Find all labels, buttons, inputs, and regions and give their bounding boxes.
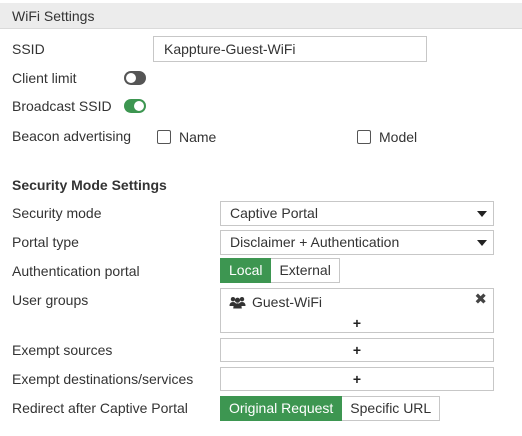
ssid-label: SSID [12, 41, 45, 57]
security-mode-label: Security mode [12, 205, 102, 221]
client-limit-label: Client limit [12, 70, 77, 86]
redirect-toggle-group: Original Request Specific URL [220, 396, 441, 421]
client-limit-toggle[interactable] [124, 71, 146, 85]
user-groups-field[interactable]: Guest-WiFi ✖ + [220, 288, 494, 333]
exempt-sources-label: Exempt sources [12, 342, 113, 358]
user-group-guest-wifi: Guest-WiFi [252, 294, 322, 310]
caret-down-icon [477, 211, 487, 217]
auth-portal-local-button[interactable]: Local [220, 258, 272, 283]
close-icon[interactable]: ✖ [474, 291, 487, 309]
broadcast-ssid-toggle[interactable] [124, 99, 146, 113]
redirect-specific-url-button[interactable]: Specific URL [342, 396, 441, 421]
beacon-name-checkbox[interactable] [157, 130, 171, 144]
wifi-settings-header: WiFi Settings [0, 3, 522, 29]
beacon-model-label: Model [379, 129, 418, 145]
beacon-name-option[interactable]: Name [157, 128, 216, 146]
add-exempt-source-button[interactable]: + [221, 341, 493, 359]
authentication-portal-label: Authentication portal [12, 263, 140, 279]
users-icon [229, 296, 246, 308]
add-exempt-destination-button[interactable]: + [221, 370, 493, 388]
exempt-destinations-label: Exempt destinations/services [12, 371, 194, 387]
auth-portal-external-button[interactable]: External [271, 258, 340, 283]
beacon-model-checkbox[interactable] [357, 130, 371, 144]
beacon-advertising-label: Beacon advertising [12, 128, 132, 144]
add-user-group-button[interactable]: + [221, 314, 493, 332]
caret-down-icon [477, 240, 487, 246]
beacon-model-option[interactable]: Model [357, 128, 417, 146]
security-mode-value: Captive Portal [230, 205, 318, 221]
exempt-sources-field[interactable]: + [220, 338, 494, 362]
user-groups-label: User groups [12, 292, 89, 308]
beacon-name-label: Name [179, 129, 217, 145]
redirect-after-portal-label: Redirect after Captive Portal [12, 400, 188, 416]
authentication-portal-toggle-group: Local External [220, 258, 340, 283]
exempt-destinations-field[interactable]: + [220, 367, 494, 391]
user-group-chip: Guest-WiFi [229, 293, 322, 311]
portal-type-value: Disclaimer + Authentication [230, 234, 400, 250]
security-mode-select[interactable]: Captive Portal [220, 201, 494, 226]
broadcast-ssid-label: Broadcast SSID [12, 98, 112, 114]
portal-type-select[interactable]: Disclaimer + Authentication [220, 230, 494, 255]
portal-type-label: Portal type [12, 234, 79, 250]
security-mode-settings-title: Security Mode Settings [12, 177, 167, 193]
ssid-input[interactable]: Kappture-Guest-WiFi [153, 36, 427, 62]
redirect-original-request-button[interactable]: Original Request [220, 396, 343, 421]
